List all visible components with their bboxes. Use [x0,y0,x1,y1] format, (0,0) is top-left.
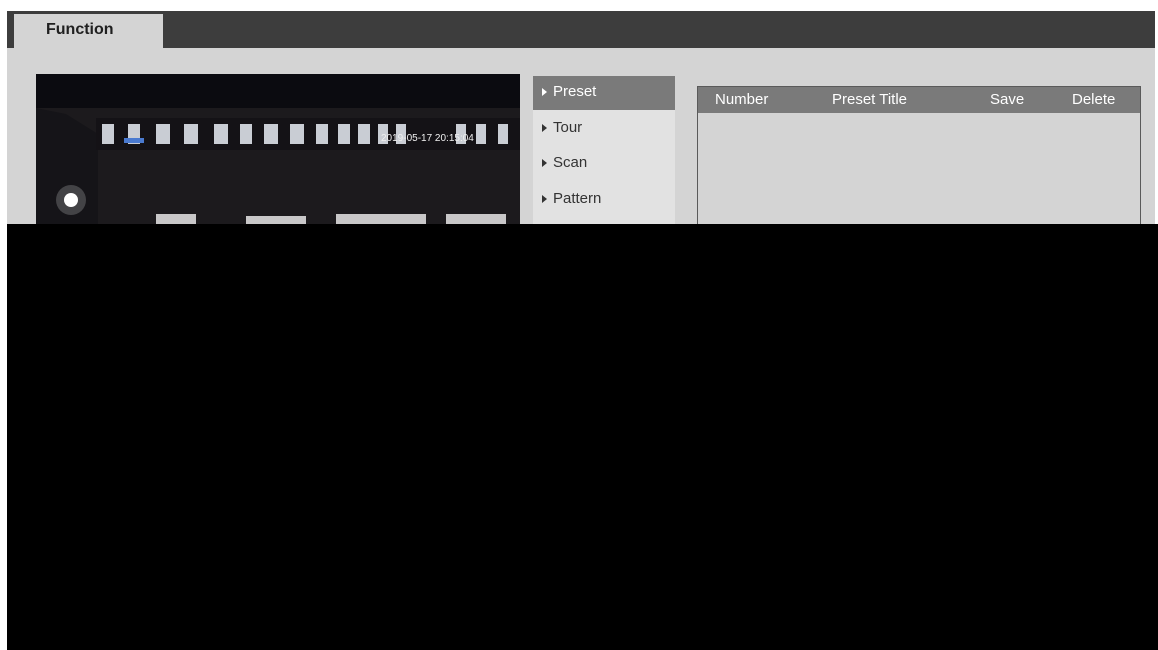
menu-item-label: Pattern [553,190,602,207]
preset-table: Number Preset Title Save Delete [697,86,1141,236]
menu-item-label: Preset [553,83,597,100]
live-video-view[interactable]: 2019-05-17 20:15:04 [36,74,520,234]
tab-function[interactable]: Function [14,14,163,49]
column-header-save: Save [990,91,1025,108]
menu-item-scan[interactable]: Scan [533,147,675,181]
menu-item-tour[interactable]: Tour [533,112,675,146]
tab-function-label: Function [46,21,114,38]
video-frame-image: 2019-05-17 20:15:04 [36,74,520,234]
play-arrow-icon [542,124,547,132]
play-arrow-icon [542,159,547,167]
tab-bar: Function [7,11,1155,49]
column-header-preset-title: Preset Title [832,91,908,108]
black-mask-overlay [7,224,1158,650]
video-osd-timestamp: 2019-05-17 20:15:04 [381,133,474,144]
menu-item-label: Tour [553,119,583,136]
menu-item-label: Scan [553,154,588,171]
menu-item-pattern[interactable]: Pattern [533,183,675,217]
play-arrow-icon [542,88,547,96]
preset-table-header: Number Preset Title Save Delete [698,87,1140,113]
menu-item-preset[interactable]: Preset [533,76,675,110]
ptz-function-menu: Preset Tour Scan Pattern [533,76,675,236]
column-header-number: Number [715,91,769,108]
play-arrow-icon [542,195,547,203]
column-header-delete: Delete [1072,91,1116,108]
